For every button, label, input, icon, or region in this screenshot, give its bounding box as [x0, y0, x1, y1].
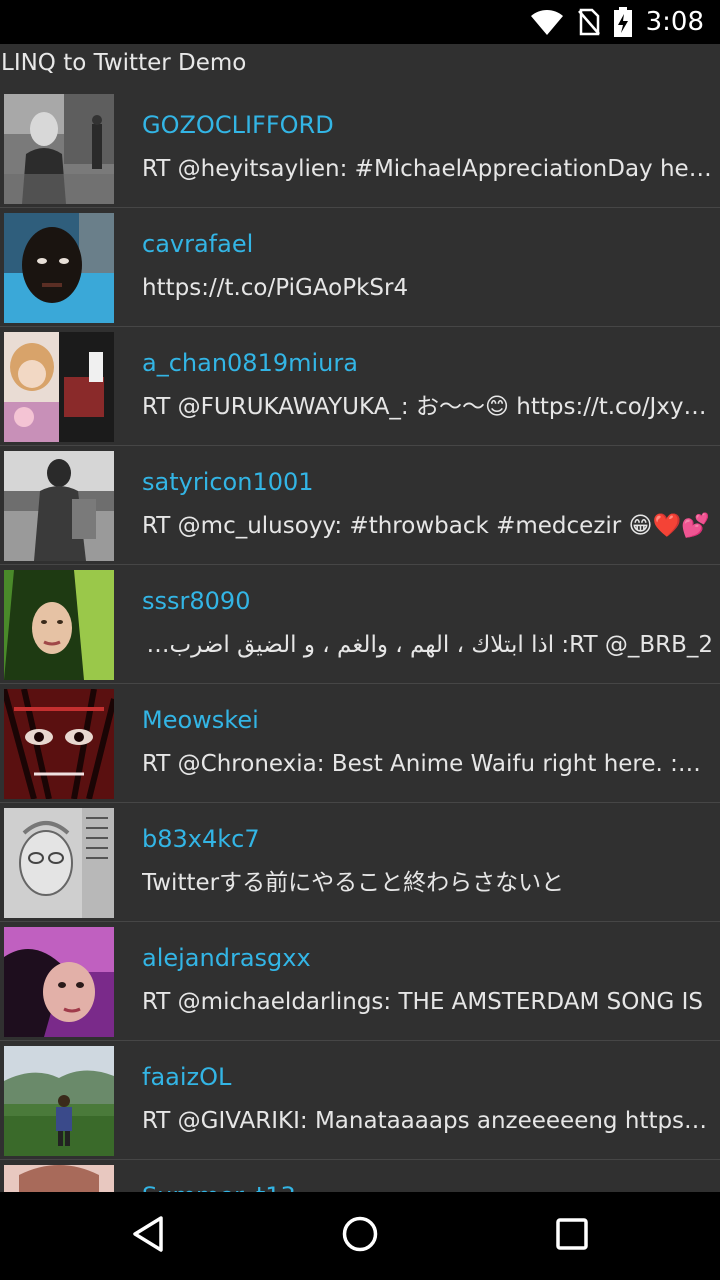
tweet-text: RT @heyitsaylien: #MichaelAppreciationDa… [142, 156, 713, 182]
avatar [4, 332, 114, 442]
tweet-text: RT @mc_ulusoyy: #throwback #medcezir 😁❤️… [142, 513, 710, 539]
avatar [4, 451, 114, 561]
status-time: 3:08 [645, 7, 704, 37]
avatar [4, 927, 114, 1037]
tweet-row[interactable]: cavrafael https://t.co/PiGAoPkSr4 [0, 208, 720, 327]
tweet-text: RT @michaeldarlings: THE AMSTERDAM SONG … [142, 989, 704, 1015]
avatar [4, 213, 114, 323]
tweet-text: RT @FURUKAWAYUKA_: お〜〜😊 https://t.co/Jxy… [142, 394, 713, 420]
tweet-text: RT @_BRB_2: اذا ابتلاك ، الهم ، والغم ، … [142, 632, 713, 658]
no-sim-icon [577, 8, 600, 36]
back-icon [131, 1215, 165, 1257]
avatar [4, 689, 114, 799]
tweet-username: b83x4kc7 [142, 825, 260, 853]
status-icons: 3:08 [530, 0, 704, 44]
tweet-text: Twitterする前にやること終わらさないと [142, 870, 565, 896]
tweet-text: RT @GIVARIKI: Manataaaaps anzeeeeeng htt… [142, 1108, 713, 1134]
avatar [4, 94, 114, 204]
tweet-row[interactable]: alejandrasgxx RT @michaeldarlings: THE A… [0, 922, 720, 1041]
tweet-username: faaizOL [142, 1063, 232, 1091]
avatar [4, 570, 114, 680]
status-bar: 3:08 [0, 0, 720, 44]
tweet-row[interactable]: sssr8090 RT @_BRB_2: اذا ابتلاك ، الهم ،… [0, 565, 720, 684]
tweet-row[interactable]: b83x4kc7 Twitterする前にやること終わらさないと [0, 803, 720, 922]
avatar [4, 1165, 114, 1192]
home-icon [341, 1215, 379, 1257]
tweet-row[interactable]: satyricon1001 RT @mc_ulusoyy: #throwback… [0, 446, 720, 565]
tweet-row[interactable]: GOZOCLIFFORD RT @heyitsaylien: #MichaelA… [0, 89, 720, 208]
app-title: LINQ to Twitter Demo [1, 50, 247, 76]
tweet-username: Summer_t13 [142, 1180, 712, 1192]
tweet-row[interactable]: Summer_t13 [0, 1160, 720, 1192]
tweet-text: https://t.co/PiGAoPkSr4 [142, 275, 409, 301]
tweet-list[interactable]: GOZOCLIFFORD RT @heyitsaylien: #MichaelA… [0, 89, 720, 1192]
tweet-username: GOZOCLIFFORD [142, 111, 334, 139]
avatar [4, 1046, 114, 1156]
tweet-username: cavrafael [142, 230, 254, 258]
tweet-text: RT @Chronexia: Best Anime Waifu right he… [142, 751, 713, 777]
battery-charging-icon [613, 7, 632, 37]
tweet-row[interactable]: faaizOL RT @GIVARIKI: Manataaaaps anzeee… [0, 1041, 720, 1160]
tweet-row[interactable]: Meowskei RT @Chronexia: Best Anime Waifu… [0, 684, 720, 803]
avatar [4, 808, 114, 918]
tweet-username: Meowskei [142, 706, 259, 734]
wifi-icon [530, 8, 564, 36]
recents-icon [555, 1217, 589, 1255]
recents-button[interactable] [522, 1192, 622, 1280]
action-bar: LINQ to Twitter Demo [0, 44, 720, 86]
navigation-bar [0, 1192, 720, 1280]
tweet-row[interactable]: a_chan0819miura RT @FURUKAWAYUKA_: お〜〜😊 … [0, 327, 720, 446]
home-button[interactable] [310, 1192, 410, 1280]
back-button[interactable] [98, 1192, 198, 1280]
tweet-username: a_chan0819miura [142, 349, 358, 377]
tweet-username: sssr8090 [142, 587, 251, 615]
tweet-username: satyricon1001 [142, 468, 314, 496]
tweet-username: alejandrasgxx [142, 944, 311, 972]
